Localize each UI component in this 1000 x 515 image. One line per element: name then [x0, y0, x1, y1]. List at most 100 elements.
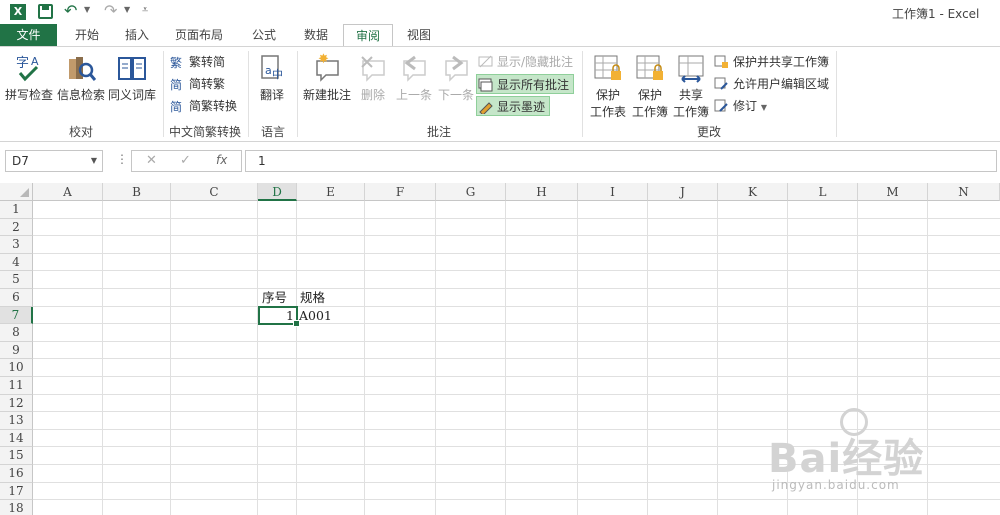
- tab-home[interactable]: 开始: [61, 24, 113, 47]
- column-header-K[interactable]: K: [718, 183, 788, 201]
- formula-input[interactable]: 1: [245, 150, 997, 172]
- research-icon: [66, 53, 97, 83]
- column-header-J[interactable]: J: [648, 183, 718, 201]
- grid-column-line: [170, 201, 171, 515]
- enter-icon[interactable]: ✓: [180, 153, 191, 168]
- row-header-3[interactable]: 3: [0, 236, 33, 254]
- name-box[interactable]: D7 ▼: [5, 150, 103, 172]
- column-header-I[interactable]: I: [578, 183, 648, 201]
- row-header-7[interactable]: 7: [0, 306, 33, 325]
- watermark-url: jingyan.baidu.com: [772, 478, 900, 492]
- previous-comment-button[interactable]: 上一条: [393, 51, 435, 103]
- column-header-B[interactable]: B: [103, 183, 171, 201]
- tab-insert[interactable]: 插入: [113, 24, 161, 47]
- next-comment-button[interactable]: 下一条: [436, 51, 476, 103]
- thesaurus-button[interactable]: 同义词库: [107, 51, 157, 103]
- row-header-17[interactable]: 17: [0, 482, 33, 501]
- title-bar: X ↶ ▼ ↷ ▼ ⩡ 工作簿1 - Excel: [0, 0, 1000, 24]
- chinese-convert-button[interactable]: 简 简繁转换: [169, 96, 237, 116]
- grid-row-line: [33, 252, 1000, 254]
- svg-text:中: 中: [272, 68, 283, 81]
- row-header-11[interactable]: 11: [0, 377, 33, 395]
- column-header-F[interactable]: F: [365, 183, 436, 201]
- protect-sheet-button[interactable]: 保护 工作表: [587, 51, 629, 120]
- name-box-dropdown-icon[interactable]: ▼: [91, 151, 97, 171]
- grid-column-line: [717, 201, 718, 515]
- insert-function-icon[interactable]: fx: [216, 153, 227, 167]
- tab-review[interactable]: 审阅: [343, 24, 393, 48]
- track-changes-button[interactable]: 修订 ▼: [713, 96, 767, 116]
- share-workbook-label-2: 工作簿: [672, 105, 709, 119]
- save-icon[interactable]: [38, 4, 53, 19]
- tab-data[interactable]: 数据: [292, 24, 340, 47]
- formula-bar-grip-icon[interactable]: ⋮: [116, 152, 128, 166]
- share-workbook-label-1: 共享: [678, 88, 703, 102]
- row-header-1[interactable]: 1: [0, 201, 33, 219]
- column-header-L[interactable]: L: [788, 183, 858, 201]
- row-header-12[interactable]: 12: [0, 394, 33, 413]
- undo-icon[interactable]: ↶: [64, 1, 77, 20]
- new-comment-button[interactable]: ✸ 新建批注: [301, 51, 353, 103]
- row-header-9[interactable]: 9: [0, 341, 33, 360]
- group-changes-label: 更改: [696, 125, 721, 139]
- customize-toolbar-icon[interactable]: ⩡: [142, 3, 148, 17]
- simp-to-trad-icon: 简: [170, 77, 185, 92]
- row-header-6[interactable]: 6: [0, 289, 33, 307]
- delete-comment-button[interactable]: 删除: [355, 51, 391, 103]
- cancel-icon[interactable]: ✕: [146, 153, 157, 168]
- column-header-A[interactable]: A: [33, 183, 103, 201]
- protect-workbook-label-2: 工作簿: [631, 105, 668, 119]
- row-header-18[interactable]: 18: [0, 500, 33, 515]
- grid-column-line: [364, 201, 365, 515]
- column-header-D[interactable]: D: [258, 183, 297, 201]
- row-header-5[interactable]: 5: [0, 271, 33, 289]
- track-changes-dropdown-icon[interactable]: ▼: [761, 103, 767, 112]
- spelling-button[interactable]: 字A 拼写检查: [3, 51, 55, 103]
- show-hide-comment-button[interactable]: 显示/隐藏批注: [477, 52, 573, 72]
- column-header-N[interactable]: N: [928, 183, 1000, 201]
- research-button[interactable]: 信息检索: [56, 51, 106, 103]
- show-all-comments-button[interactable]: 显示所有批注: [476, 74, 574, 94]
- redo-dropdown-icon[interactable]: ▼: [124, 5, 130, 14]
- simp-to-trad-button[interactable]: 简 简转繁: [169, 74, 225, 94]
- cell-D6[interactable]: 序号: [262, 289, 287, 306]
- row-header-4[interactable]: 4: [0, 253, 33, 272]
- tab-page-layout[interactable]: 页面布局: [164, 24, 234, 47]
- tab-formulas[interactable]: 公式: [240, 24, 288, 47]
- trad-to-simp-button[interactable]: 繁 繁转简: [169, 52, 225, 72]
- column-header-H[interactable]: H: [506, 183, 578, 201]
- show-ink-icon: [478, 100, 493, 116]
- row-header-10[interactable]: 10: [0, 359, 33, 377]
- protect-share-workbook-button[interactable]: 保护并共享工作簿: [713, 52, 829, 72]
- cell-E7[interactable]: A001: [299, 307, 332, 324]
- cell-E6[interactable]: 规格: [300, 289, 325, 306]
- tab-view[interactable]: 视图: [396, 24, 442, 47]
- row-header-14[interactable]: 14: [0, 429, 33, 448]
- protect-workbook-button[interactable]: 保护 工作簿: [630, 51, 670, 120]
- row-header-13[interactable]: 13: [0, 412, 33, 430]
- column-header-G[interactable]: G: [436, 183, 506, 201]
- select-all-button[interactable]: [0, 183, 33, 201]
- column-header-M[interactable]: M: [858, 183, 928, 201]
- thesaurus-icon: [117, 53, 147, 83]
- redo-icon[interactable]: ↷: [104, 1, 117, 20]
- allow-edit-ranges-button[interactable]: 允许用户编辑区域: [713, 74, 829, 94]
- column-header-C[interactable]: C: [171, 183, 258, 201]
- spelling-label: 拼写检查: [4, 88, 53, 102]
- group-separator: [836, 51, 837, 137]
- show-ink-button[interactable]: 显示墨迹: [476, 96, 550, 116]
- show-hide-comment-label: 显示/隐藏批注: [497, 55, 574, 69]
- tab-file[interactable]: 文件: [0, 24, 57, 47]
- row-header-15[interactable]: 15: [0, 447, 33, 465]
- undo-dropdown-icon[interactable]: ▼: [84, 5, 90, 14]
- protect-sheet-label-2: 工作表: [589, 105, 626, 119]
- row-header-2[interactable]: 2: [0, 218, 33, 237]
- row-header-8[interactable]: 8: [0, 324, 33, 342]
- share-workbook-button[interactable]: 共享 工作簿: [671, 51, 711, 120]
- translate-button[interactable]: a中 翻译: [253, 51, 291, 103]
- grid-row-line: [33, 393, 1000, 395]
- next-comment-label: 下一条: [437, 88, 474, 102]
- column-header-E[interactable]: E: [297, 183, 365, 201]
- group-proofing-label: 校对: [68, 125, 93, 139]
- row-header-16[interactable]: 16: [0, 465, 33, 483]
